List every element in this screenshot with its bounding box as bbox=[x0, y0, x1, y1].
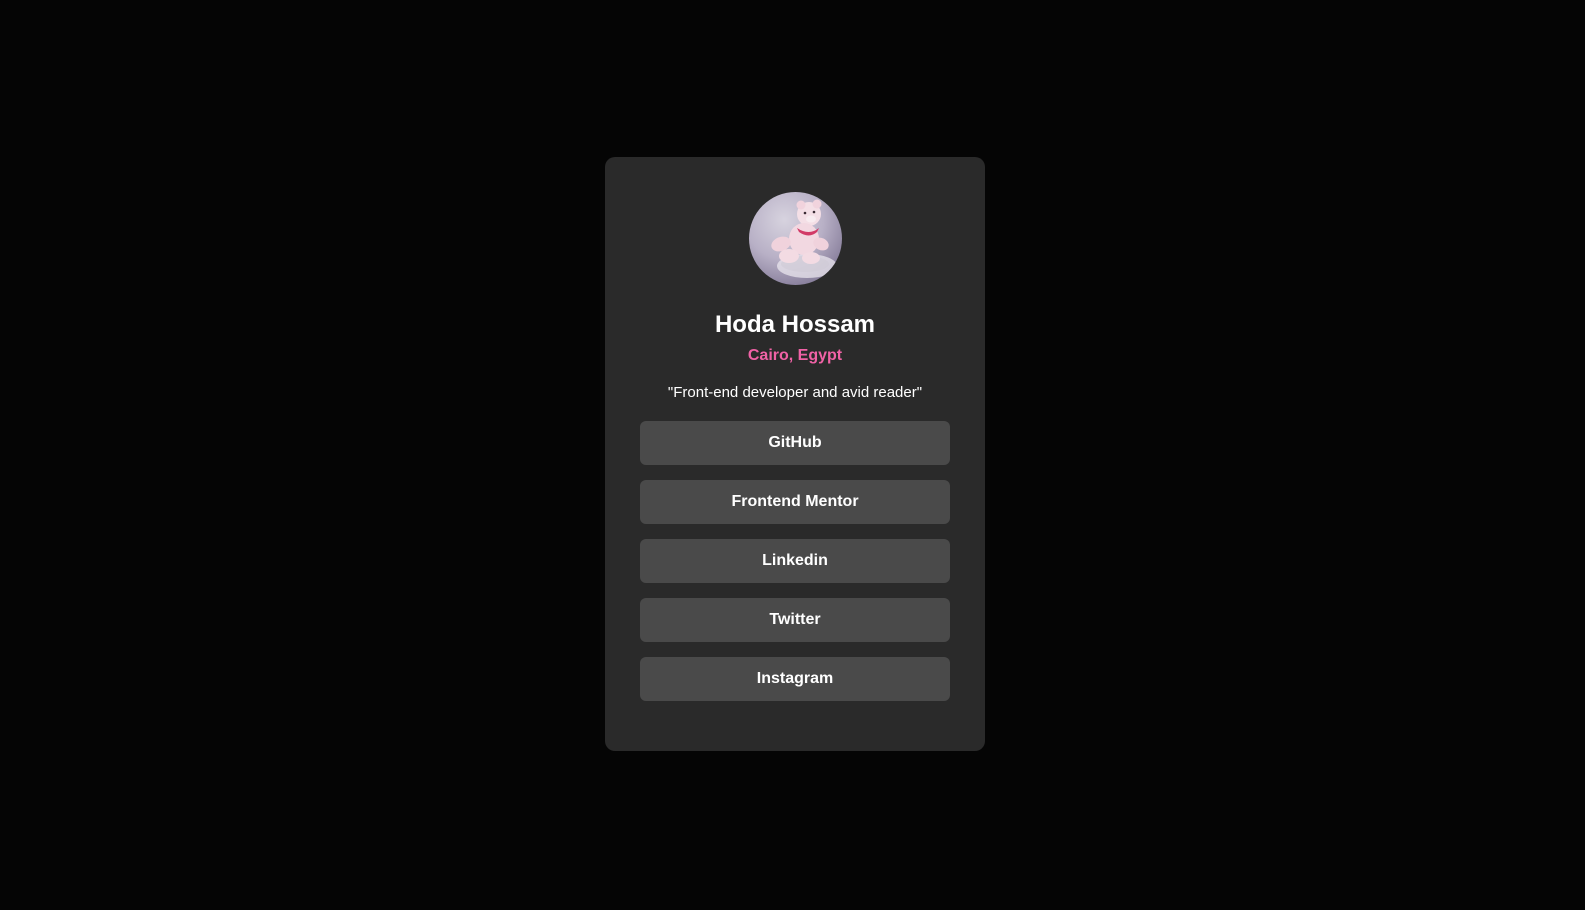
teddy-bear-photo bbox=[770, 199, 837, 278]
github-link-button[interactable]: GitHub bbox=[640, 421, 950, 465]
profile-location: Cairo, Egypt bbox=[747, 347, 843, 364]
instagram-link-button[interactable]: Instagram bbox=[640, 657, 950, 701]
linkedin-link-button[interactable]: Linkedin bbox=[640, 539, 950, 583]
avatar bbox=[748, 192, 842, 285]
profile-name: Hoda Hossam bbox=[714, 311, 876, 338]
social-links-list: GitHub Frontend Mentor Linkedin Twitter … bbox=[640, 421, 950, 701]
twitter-link-button[interactable]: Twitter bbox=[640, 598, 950, 642]
profile-card: Hoda Hossam Cairo, Egypt "Front-end deve… bbox=[605, 157, 985, 751]
profile-bio: "Front-end developer and avid reader" bbox=[667, 384, 923, 401]
frontend-mentor-link-button[interactable]: Frontend Mentor bbox=[640, 480, 950, 524]
